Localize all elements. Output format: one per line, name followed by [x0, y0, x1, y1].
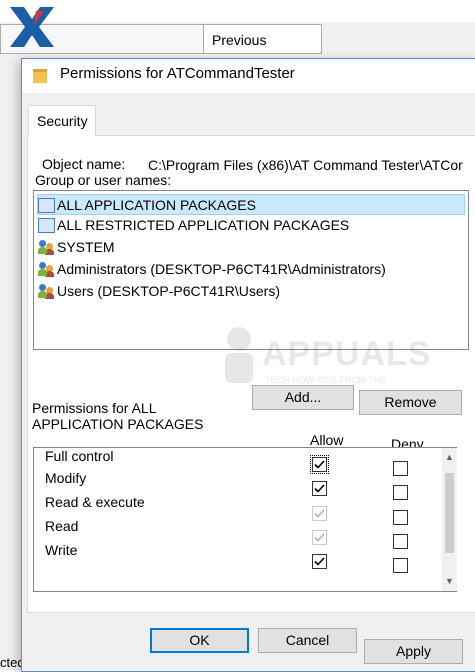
scroll-up-icon[interactable]: ▲ — [444, 452, 455, 462]
ok-button[interactable]: OK — [150, 628, 249, 653]
cancel-button[interactable]: Cancel — [258, 628, 357, 653]
perm-read-execute-label: Read & execute — [45, 494, 145, 510]
permissions-label: Permissions for ALL APPLICATION PACKAGES — [32, 400, 204, 432]
add-button[interactable]: Add... — [252, 385, 354, 410]
package-icon — [38, 218, 55, 233]
package-icon — [38, 198, 55, 213]
permissions-dialog: Permissions for ATCommandTester Security… — [21, 58, 475, 672]
perm-write-label: Write — [45, 542, 78, 558]
permissions-scrollbar[interactable]: ▲ ▼ — [442, 448, 457, 591]
full-control-allow-checkbox[interactable] — [310, 455, 329, 474]
list-item[interactable]: ALL RESTRICTED APPLICATION PACKAGES — [38, 215, 349, 236]
read-allow-checkbox — [312, 530, 327, 545]
object-name-label: Object name: — [42, 156, 126, 172]
tab-previous-versions[interactable]: Previous Versions — [203, 24, 322, 78]
modify-allow-checkbox[interactable] — [312, 481, 327, 496]
group-user-list[interactable]: ALL APPLICATION PACKAGES ALL RESTRICTED … — [33, 190, 469, 350]
write-allow-checkbox[interactable] — [312, 554, 327, 569]
apply-button[interactable]: Apply — [364, 639, 463, 664]
read-execute-allow-checkbox — [312, 506, 327, 521]
list-item[interactable]: ALL APPLICATION PACKAGES — [37, 194, 465, 215]
permissions-table: Full control Modify Read & execute Read … — [33, 447, 457, 592]
properties-titlebar — [0, 0, 475, 22]
perm-read-label: Read — [45, 518, 79, 534]
read-deny-checkbox[interactable] — [393, 534, 408, 549]
tab-security[interactable]: Security — [28, 105, 96, 136]
scrollbar-thumb[interactable] — [445, 473, 454, 553]
remove-button[interactable]: Remove — [359, 390, 462, 415]
scroll-down-icon[interactable]: ▼ — [444, 576, 455, 586]
dialog-title: Permissions for ATCommandTester — [60, 65, 295, 82]
users-icon — [38, 262, 55, 277]
users-icon — [38, 284, 55, 299]
modify-deny-checkbox[interactable] — [393, 485, 408, 500]
dialog-titlebar[interactable]: Permissions for ATCommandTester — [22, 59, 475, 93]
write-deny-checkbox[interactable] — [393, 558, 408, 573]
users-icon — [38, 240, 55, 255]
x-logo-icon — [10, 7, 54, 47]
group-names-label: Group or user names: — [35, 172, 172, 188]
read-execute-deny-checkbox[interactable] — [393, 510, 408, 525]
folder-icon — [33, 69, 47, 83]
perm-modify-label: Modify — [45, 470, 87, 486]
list-item[interactable]: Users (DESKTOP-P6CT41R\Users) — [38, 281, 280, 302]
allow-column-header: Allow — [310, 432, 344, 448]
perm-full-control-label: Full control — [45, 448, 114, 464]
list-item[interactable]: SYSTEM — [38, 237, 115, 258]
object-name-value: C:\Program Files (x86)\AT Command Tester… — [148, 157, 463, 173]
full-control-deny-checkbox[interactable] — [393, 461, 408, 476]
list-item[interactable]: Administrators (DESKTOP-P6CT41R\Administ… — [38, 259, 386, 280]
